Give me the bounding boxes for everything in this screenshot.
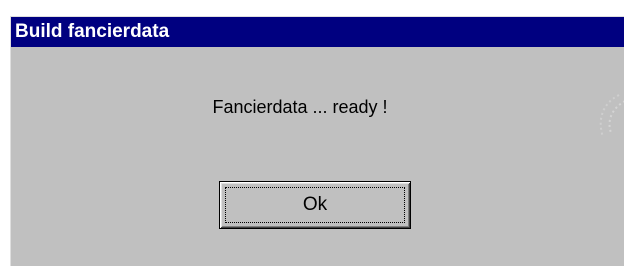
build-fancierdata-dialog: Build fancierdata Fancierdata ... ready … (10, 16, 624, 266)
dialog-title-bar[interactable]: Build fancierdata (11, 17, 624, 47)
dialog-title: Build fancierdata (15, 21, 170, 42)
ok-button[interactable]: Ok (219, 181, 411, 229)
faint-decoration-icon (599, 94, 624, 138)
ok-button-label: Ok (302, 194, 328, 215)
dialog-message: Fancierdata ... ready ! (212, 97, 388, 117)
